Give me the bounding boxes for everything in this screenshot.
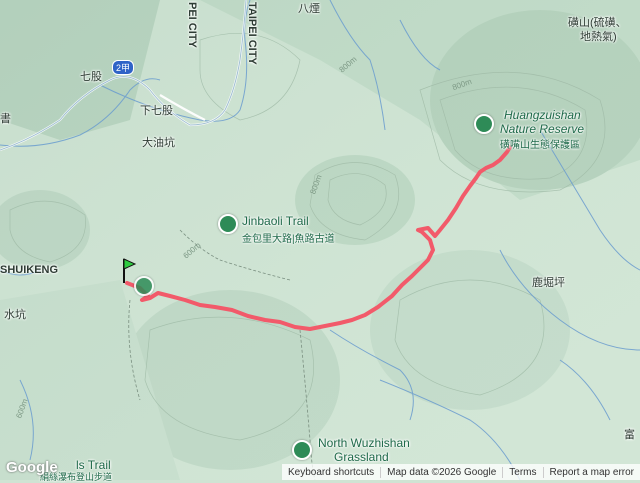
place-left-edge: 書: [0, 113, 11, 125]
report-error-link[interactable]: Report a map error: [542, 466, 640, 478]
poi-nature-reserve-en1[interactable]: Huangzuishan: [504, 108, 581, 122]
poi-wuzhishan-en1[interactable]: North Wuzhishan: [318, 436, 410, 450]
hiking-icon[interactable]: [292, 440, 312, 460]
city-label-right: TAIPEI CITY: [246, 2, 258, 65]
poi-nature-reserve-zh[interactable]: 磺嘴山生態保護區: [500, 136, 580, 151]
road-shield: 2甲: [112, 60, 135, 75]
place-qigu: 七股: [80, 71, 102, 83]
keyboard-shortcuts-link[interactable]: Keyboard shortcuts: [282, 467, 380, 478]
map-footer: Keyboard shortcuts Map data ©2026 Google…: [281, 464, 640, 480]
place-shuikeng-en: SHUIKENG: [0, 264, 59, 276]
poi-nature-reserve-en2[interactable]: Nature Reserve: [500, 122, 584, 136]
place-xiaqigu: 下七股: [140, 105, 173, 117]
place-lukuping: 鹿堀坪: [532, 277, 565, 289]
tree-icon[interactable]: [474, 114, 494, 134]
city-label-left: PEI CITY: [186, 2, 198, 48]
poi-jinbaoli-zh[interactable]: 金包里大路|魚路古道: [242, 230, 335, 245]
place-bayan: 八煙: [298, 3, 320, 15]
place-dayoukeng: 大油坑: [142, 137, 175, 149]
hiking-icon[interactable]: [218, 214, 238, 234]
poi-jinbaoli-en[interactable]: Jinbaoli Trail: [242, 214, 309, 228]
place-geothermal: 地熱氣): [580, 31, 617, 43]
google-logo: Google: [6, 459, 58, 476]
map-data-attribution: Map data ©2026 Google: [380, 466, 502, 478]
flag-marker-icon[interactable]: [118, 255, 138, 285]
place-shuikeng-zh: 水坑: [4, 309, 26, 321]
terms-link[interactable]: Terms: [502, 466, 542, 478]
place-fu: 富: [624, 429, 635, 441]
poi-wuzhishan-en2[interactable]: Grassland: [334, 450, 389, 464]
